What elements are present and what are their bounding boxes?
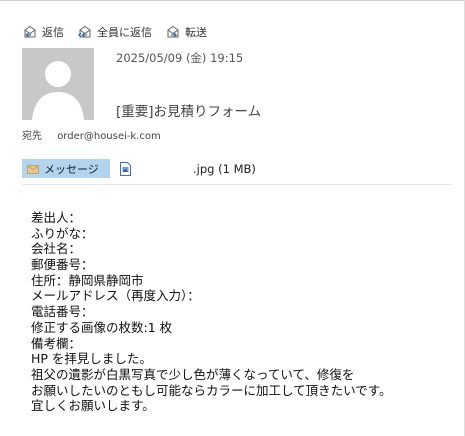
- reply-button[interactable]: 返信: [22, 24, 64, 40]
- attachment-file[interactable]: .jpg (1 MB): [120, 160, 256, 177]
- attachment-file-name: .jpg (1 MB): [193, 161, 256, 176]
- person-silhouette-icon: [22, 48, 94, 120]
- reply-all-icon: [78, 25, 91, 38]
- body-line: 電話番号：: [31, 304, 94, 320]
- body-line: 郵便番号：: [31, 257, 94, 273]
- envelope-icon: [27, 164, 39, 174]
- body-line: 備考欄：: [31, 335, 82, 351]
- to-address[interactable]: order@housei-k.com: [57, 131, 161, 142]
- header-divider: [22, 184, 452, 185]
- window-top-border: [0, 0, 465, 1]
- recipient-row: 宛先 order@housei-k.com: [22, 127, 161, 142]
- body-line: 祖父の遺影が白黒写真で少し色が薄くなっていて、修復を: [31, 366, 355, 382]
- reply-all-button[interactable]: 全員に返信: [77, 24, 152, 40]
- reply-all-label: 全員に返信: [97, 26, 152, 39]
- reply-icon: [24, 25, 36, 38]
- body-line: 住所：静岡県静岡市: [31, 272, 144, 288]
- body-line: 修正する画像の枚数:1 枚: [31, 319, 173, 335]
- to-label: 宛先: [22, 131, 42, 142]
- message-subject: [重要]お見積りフォーム: [116, 104, 262, 120]
- attachment-bar: メッセージ .jpg (1 MB): [22, 159, 452, 178]
- message-body: 差出人： ふりがな： 会社名： 郵便番号： 住所：静岡県静岡市 メールアドレス（…: [31, 210, 392, 414]
- sender-avatar: [22, 48, 94, 120]
- message-tab-label: メッセージ: [44, 162, 99, 176]
- image-file-icon: [120, 161, 131, 176]
- forward-label: 転送: [185, 26, 207, 39]
- body-line: 差出人：: [31, 210, 82, 225]
- body-line: 会社名：: [31, 241, 82, 257]
- forward-button[interactable]: 転送: [165, 24, 207, 40]
- body-line: お願いしたいのともし可能ならカラーに加工して頂きたいです。: [31, 382, 392, 398]
- body-line: メールアドレス（再度入力）：: [31, 288, 200, 304]
- message-tab[interactable]: メッセージ: [22, 159, 110, 178]
- reading-pane-toolbar: 返信 全員に返信 転送: [22, 23, 220, 41]
- body-line: 宜しくお願いします。: [31, 398, 155, 414]
- forward-icon: [167, 25, 179, 38]
- body-line: ふりがな：: [31, 225, 94, 241]
- reply-label: 返信: [42, 26, 64, 39]
- body-line: HP を拝見しました。: [31, 351, 152, 367]
- message-datetime: 2025/05/09 (金) 19:15: [116, 51, 244, 65]
